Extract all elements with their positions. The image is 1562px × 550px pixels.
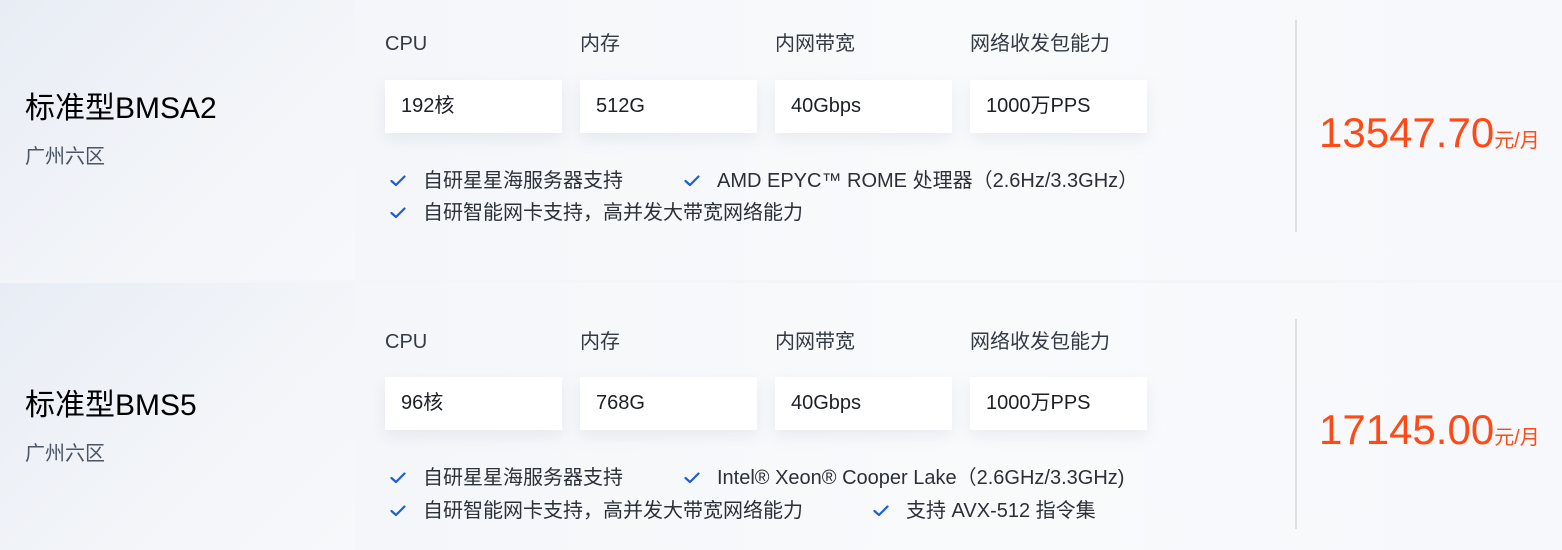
product-name: 标准型BMSA2	[25, 92, 217, 125]
product-region: 广州六区	[25, 443, 105, 465]
product-name: 标准型BMS5	[25, 389, 197, 422]
card-divider	[1295, 20, 1297, 232]
feature-text: Intel® Xeon® Cooper Lake（2.6GHz/3.3GHz)	[717, 467, 1125, 489]
spec-value-memory: 512G	[580, 80, 757, 133]
product-price: 17145.00元/月	[1319, 409, 1540, 451]
feature-item: 自研智能网卡支持，高并发大带宽网络能力	[390, 203, 803, 223]
spec-value-bandwidth: 40Gbps	[775, 80, 952, 133]
feature-item: 自研星星海服务器支持	[390, 171, 623, 191]
spec-label-memory: 内存	[580, 331, 620, 353]
feature-text: 自研智能网卡支持，高并发大带宽网络能力	[423, 202, 803, 224]
feature-text: 自研智能网卡支持，高并发大带宽网络能力	[423, 500, 803, 522]
check-icon	[873, 505, 889, 517]
spec-value-memory: 768G	[580, 377, 757, 430]
product-price: 13547.70元/月	[1319, 112, 1540, 154]
spec-label-cpu: CPU	[385, 33, 428, 55]
spec-label-pps: 网络收发包能力	[970, 331, 1110, 353]
spec-label-pps: 网络收发包能力	[970, 33, 1110, 55]
check-icon	[390, 207, 406, 219]
feature-text: 自研星星海服务器支持	[423, 467, 623, 489]
feature-item: 支持 AVX-512 指令集	[873, 501, 1096, 521]
feature-item: AMD EPYC™ ROME 处理器（2.6Hz/3.3GHz）	[684, 171, 1138, 191]
check-icon	[390, 505, 406, 517]
price-amount: 13547.70	[1319, 109, 1495, 156]
feature-item: 自研智能网卡支持，高并发大带宽网络能力	[390, 501, 803, 521]
price-unit: 元/月	[1494, 427, 1540, 449]
check-icon	[684, 175, 700, 187]
feature-item: 自研星星海服务器支持	[390, 468, 623, 488]
spec-value-pps: 1000万PPS	[970, 80, 1147, 133]
spec-value-bandwidth: 40Gbps	[775, 377, 952, 430]
feature-text: AMD EPYC™ ROME 处理器（2.6Hz/3.3GHz）	[717, 170, 1139, 192]
feature-text: 支持 AVX-512 指令集	[906, 500, 1096, 522]
check-icon	[684, 472, 700, 484]
product-region: 广州六区	[25, 146, 105, 168]
feature-text: 自研星星海服务器支持	[423, 170, 623, 192]
check-icon	[390, 472, 406, 484]
check-icon	[390, 175, 406, 187]
price-unit: 元/月	[1494, 130, 1540, 152]
spec-label-bandwidth: 内网带宽	[775, 33, 855, 55]
spec-label-cpu: CPU	[385, 331, 428, 353]
spec-label-bandwidth: 内网带宽	[775, 331, 855, 353]
product-header: 标准型BMS5 广州六区	[0, 283, 355, 550]
price-amount: 17145.00	[1319, 406, 1495, 453]
product-header: 标准型BMSA2 广州六区	[0, 0, 355, 280]
feature-item: Intel® Xeon® Cooper Lake（2.6GHz/3.3GHz)	[684, 468, 1124, 488]
card-divider	[1295, 319, 1297, 529]
spec-label-memory: 内存	[580, 33, 620, 55]
spec-value-pps: 1000万PPS	[970, 377, 1147, 430]
spec-value-cpu: 96核	[385, 377, 562, 430]
spec-value-cpu: 192核	[385, 80, 562, 133]
